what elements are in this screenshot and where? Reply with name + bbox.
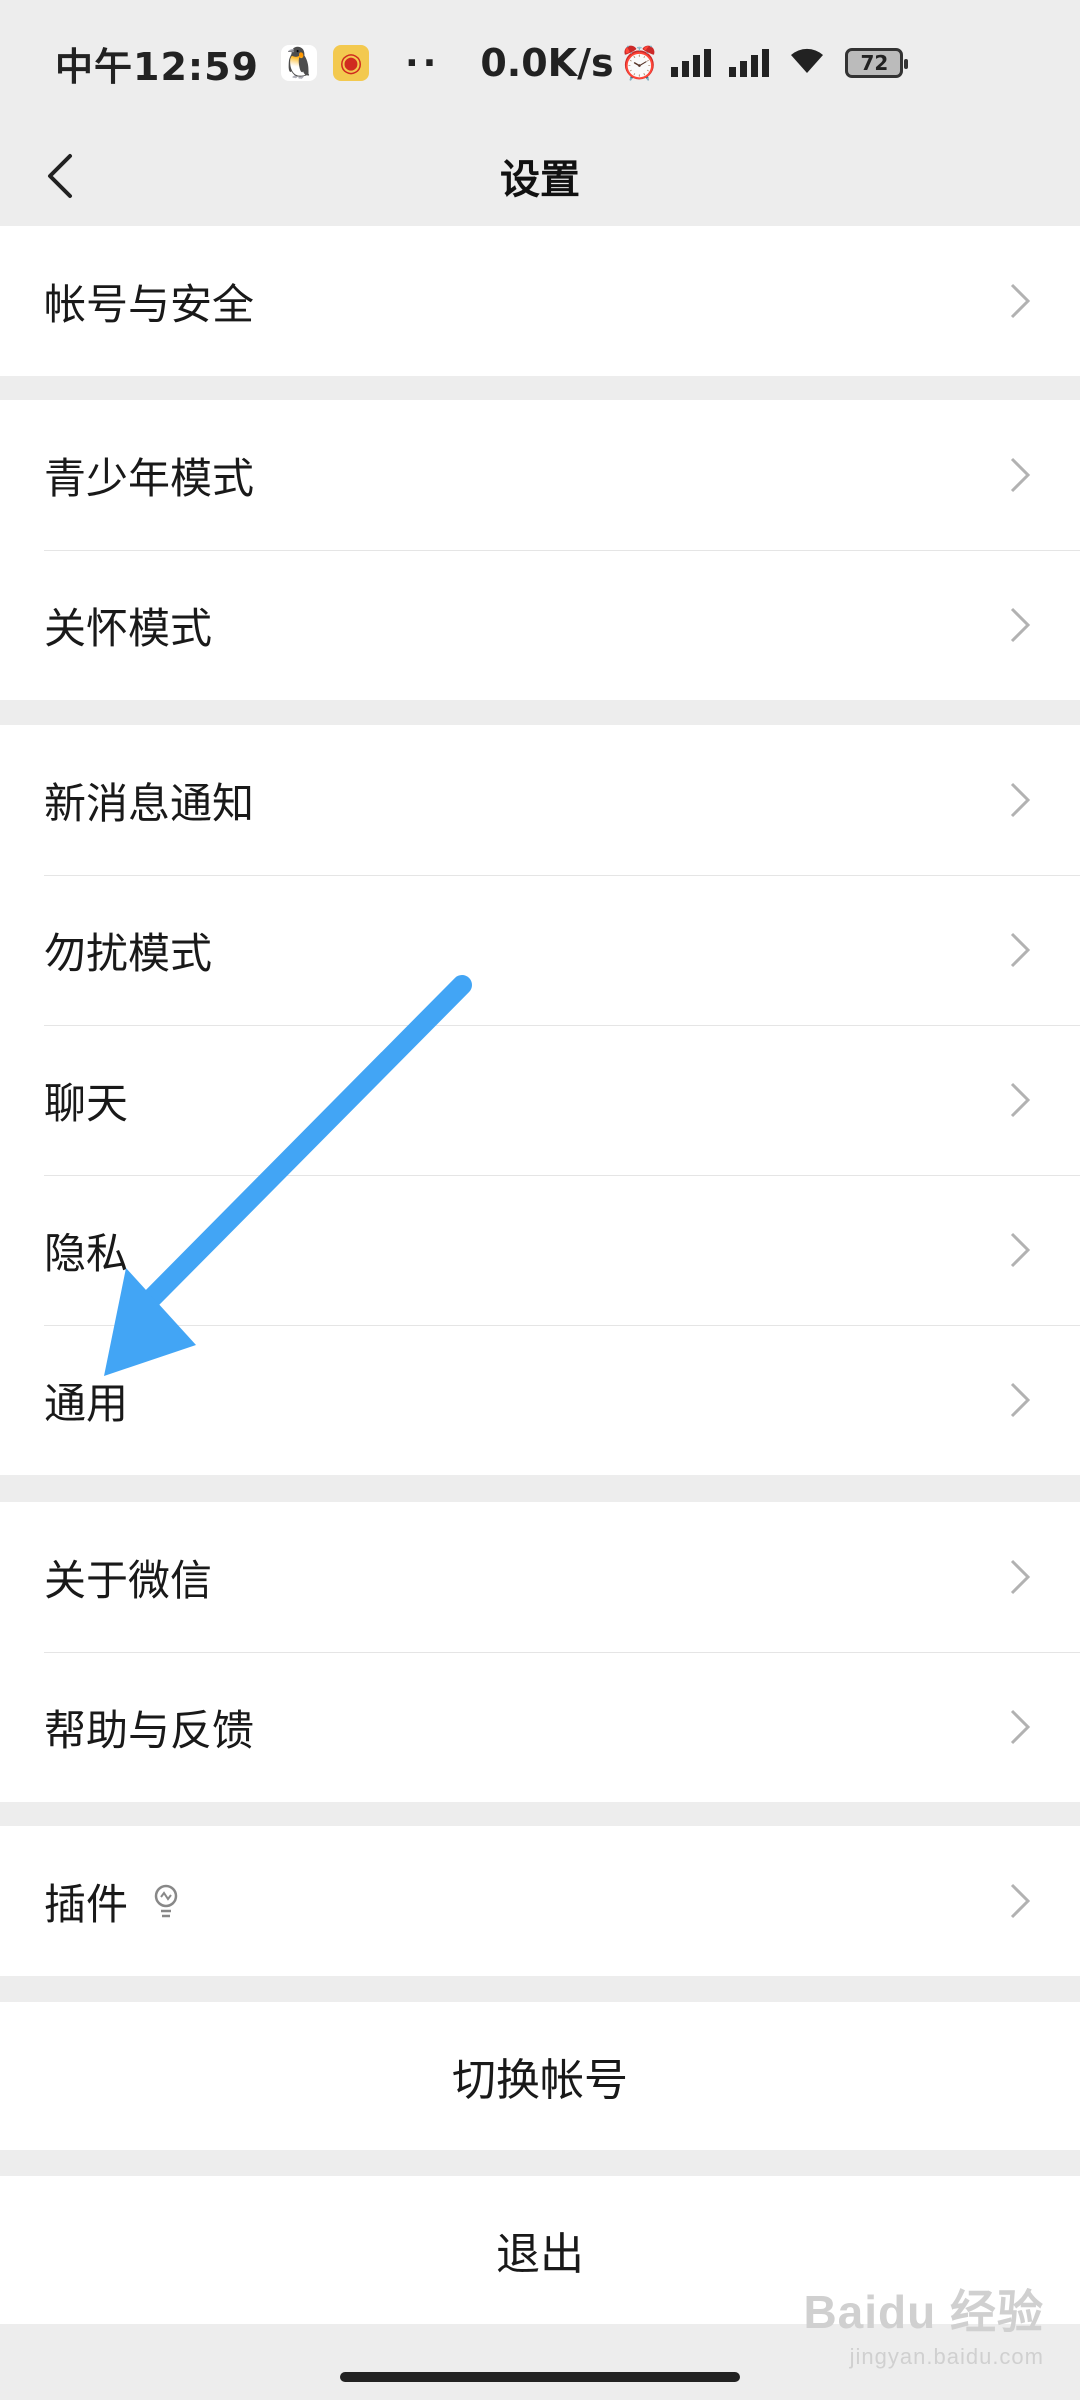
settings-group-general: 新消息通知 勿扰模式 聊天 隐私 通用	[0, 725, 1080, 1475]
watermark-url: jingyan.baidu.com	[849, 2344, 1044, 2369]
watermark-brand: Baidu 经验	[803, 2286, 1044, 2338]
lightbulb-icon	[154, 1884, 178, 1918]
battery-icon: 72	[845, 48, 909, 78]
chevron-right-icon	[1010, 1883, 1031, 1919]
setting-about-wechat[interactable]: 关于微信	[0, 1502, 1080, 1652]
setting-chat[interactable]: 聊天	[0, 1025, 1080, 1175]
switch-account-button[interactable]: 切换帐号	[0, 2002, 1080, 2150]
setting-general[interactable]: 通用	[0, 1325, 1080, 1475]
setting-privacy[interactable]: 隐私	[0, 1175, 1080, 1325]
chevron-right-icon	[1010, 1082, 1031, 1118]
back-button[interactable]	[30, 146, 90, 206]
status-bar: 中午12:59 🐧 ◉ ·· 0.0K/s ⏰ 72	[0, 0, 1080, 126]
chevron-right-icon	[1010, 607, 1031, 643]
chevron-right-icon	[1010, 457, 1031, 493]
baidu-watermark: Baidu 经验 jingyan.baidu.com	[803, 2276, 1044, 2370]
chevron-right-icon	[1010, 1232, 1031, 1268]
setting-label: 关怀模式	[44, 603, 213, 653]
chevron-right-icon	[1010, 1382, 1031, 1418]
signal-icon-2	[729, 49, 770, 77]
setting-label: 新消息通知	[44, 778, 255, 828]
alarm-icon: ⏰	[619, 44, 660, 82]
setting-label: 青少年模式	[44, 453, 255, 503]
setting-do-not-disturb[interactable]: 勿扰模式	[0, 875, 1080, 1025]
setting-teen-mode[interactable]: 青少年模式	[0, 400, 1080, 550]
back-arrow-icon	[48, 154, 72, 198]
settings-group-about: 关于微信 帮助与反馈	[0, 1502, 1080, 1802]
chevron-right-icon	[1010, 1709, 1031, 1745]
chevron-right-icon	[1010, 782, 1031, 818]
setting-label: 关于微信	[44, 1555, 213, 1605]
setting-help-feedback[interactable]: 帮助与反馈	[0, 1652, 1080, 1802]
page-title: 设置	[500, 157, 580, 203]
setting-label: 聊天	[44, 1078, 129, 1128]
setting-label: 勿扰模式	[44, 928, 213, 978]
more-notifications-icon: ··	[404, 42, 441, 84]
settings-group-plugins: 插件	[0, 1826, 1080, 1976]
network-speed: 0.0K/s	[480, 41, 614, 85]
weibo-icon: ◉	[332, 45, 369, 81]
setting-plugins[interactable]: 插件	[0, 1826, 1080, 1976]
settings-group-account: 帐号与安全	[0, 226, 1080, 376]
setting-care-mode[interactable]: 关怀模式	[0, 550, 1080, 700]
setting-new-message-notification[interactable]: 新消息通知	[0, 725, 1080, 875]
setting-label: 插件	[44, 1879, 129, 1929]
setting-label: 通用	[44, 1378, 129, 1428]
qq-icon: 🐧	[280, 45, 318, 81]
home-indicator[interactable]	[340, 2372, 740, 2382]
settings-group-modes: 青少年模式 关怀模式	[0, 400, 1080, 700]
setting-label: 隐私	[44, 1228, 129, 1278]
setting-label: 帐号与安全	[44, 279, 255, 329]
nav-bar: 设置	[0, 126, 1080, 226]
setting-label: 帮助与反馈	[44, 1705, 255, 1755]
chevron-right-icon	[1010, 932, 1031, 968]
status-time: 中午12:59	[55, 44, 259, 89]
setting-account-security[interactable]: 帐号与安全	[0, 226, 1080, 376]
chevron-right-icon	[1010, 1559, 1031, 1595]
wifi-icon	[787, 43, 827, 84]
signal-icon-1	[671, 49, 712, 77]
settings-screen: 中午12:59 🐧 ◉ ·· 0.0K/s ⏰ 72 设置 帐号与安全 青少年模…	[0, 0, 1080, 2400]
chevron-right-icon	[1010, 283, 1031, 319]
